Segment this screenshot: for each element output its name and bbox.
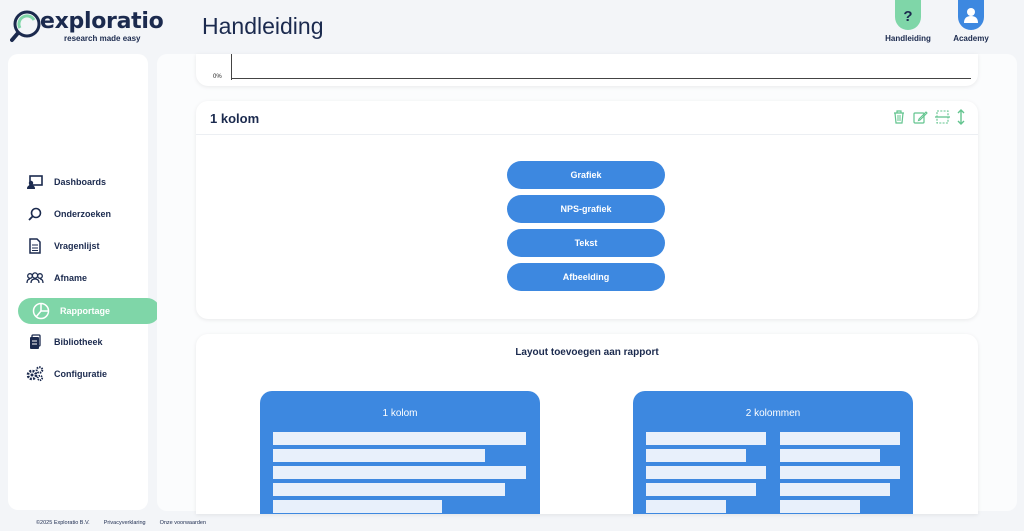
placeholder-bar — [646, 449, 746, 462]
placeholder-bar — [780, 466, 900, 479]
sidebar-item-dashboards[interactable]: Dashboards — [10, 169, 152, 195]
column-block-title: 1 kolom — [210, 111, 260, 126]
split-icon[interactable] — [934, 109, 950, 125]
sidebar-item-label: Dashboards — [54, 177, 107, 187]
svg-text:?: ? — [903, 8, 912, 23]
sidebar-item-bibliotheek[interactable]: Bibliotheek — [10, 329, 152, 355]
academy-button[interactable]: Academy — [941, 0, 1001, 43]
dashboard-icon — [24, 175, 46, 189]
layout-two-columns-template[interactable]: 2 kolommen — [633, 391, 913, 514]
footer-copyright: ©2025 Exploratio B.V. — [36, 520, 90, 526]
column-block-tools — [892, 109, 966, 125]
placeholder-bar — [273, 466, 526, 479]
sidebar-item-label: Configuratie — [54, 369, 107, 379]
placeholder-bar — [273, 432, 526, 445]
gears-icon — [24, 366, 46, 382]
footer-privacy-link[interactable]: Privacyverklaring — [104, 520, 146, 526]
chart-card: 0% — [196, 54, 978, 86]
logo-wordmark: exploratio — [40, 9, 164, 34]
placeholder-bar — [646, 432, 766, 445]
sidebar-item-onderzoeken[interactable]: Onderzoeken — [10, 201, 152, 227]
sidebar-item-label: Onderzoeken — [54, 209, 112, 219]
chart-x-axis — [231, 78, 971, 79]
sidebar-item-label: Afname — [54, 273, 88, 283]
resize-vertical-icon[interactable] — [956, 109, 966, 125]
add-nps-chart-button[interactable]: NPS-grafiek — [507, 195, 665, 223]
placeholder-bar — [646, 466, 766, 479]
sidebar-item-label: Rapportage — [60, 306, 111, 316]
academy-button-label: Academy — [953, 34, 989, 43]
placeholder-bar — [273, 449, 485, 462]
placeholder-bar — [780, 483, 890, 496]
user-icon — [958, 0, 984, 30]
sidebar-item-label: Vragenlijst — [54, 241, 100, 251]
sidebar-item-label: Bibliotheek — [54, 337, 103, 347]
search-icon — [24, 207, 46, 221]
sidebar-item-rapportage[interactable]: Rapportage — [18, 298, 160, 324]
placeholder-bar — [780, 500, 860, 513]
sidebar-item-configuratie[interactable]: Configuratie — [10, 361, 152, 387]
logo-magnifier-icon — [10, 10, 41, 42]
placeholder-bar — [646, 483, 756, 496]
footer: ©2025 Exploratio B.V. Privacyverklaring … — [36, 520, 220, 526]
add-text-button[interactable]: Tekst — [507, 229, 665, 257]
handleiding-button-label: Handleiding — [885, 34, 931, 43]
logo-tagline: research made easy — [64, 34, 141, 43]
document-icon — [24, 238, 46, 254]
layout-template-label: 1 kolom — [382, 408, 418, 419]
handleiding-button[interactable]: ? Handleiding — [878, 0, 938, 43]
chart-axis-label: 0% — [213, 74, 222, 80]
chart-y-axis — [231, 54, 232, 80]
pie-chart-icon — [30, 302, 52, 320]
add-image-button[interactable]: Afbeelding — [507, 263, 665, 291]
placeholder-bar — [273, 483, 505, 496]
group-icon — [24, 272, 46, 284]
column-block-header: 1 kolom — [196, 101, 978, 135]
column-block-card: 1 kolom Grafiek NPS-grafiek Tekst Afbeel… — [196, 101, 978, 319]
layout-add-card: Layout toevoegen aan rapport 1 kolom 2 k… — [196, 334, 978, 514]
edit-icon[interactable] — [912, 109, 928, 125]
exploratio-logo[interactable]: exploratio research made easy — [10, 8, 164, 44]
sidebar-item-afname[interactable]: Afname — [10, 265, 152, 291]
sidebar-item-vragenlijst[interactable]: Vragenlijst — [10, 233, 152, 259]
question-icon: ? — [895, 0, 921, 30]
add-chart-button[interactable]: Grafiek — [507, 161, 665, 189]
footer-terms-link[interactable]: Onze voorwaarden — [160, 520, 206, 526]
layout-one-column-template[interactable]: 1 kolom — [260, 391, 540, 514]
placeholder-bar — [780, 432, 900, 445]
layout-template-label: 2 kolommen — [745, 408, 801, 419]
layout-add-title: Layout toevoegen aan rapport — [515, 347, 659, 358]
placeholder-bar — [273, 500, 442, 513]
page-title: Handleiding — [202, 13, 324, 39]
trash-icon[interactable] — [892, 109, 906, 125]
library-icon — [24, 334, 46, 350]
placeholder-bar — [646, 500, 726, 513]
placeholder-bar — [780, 449, 880, 462]
